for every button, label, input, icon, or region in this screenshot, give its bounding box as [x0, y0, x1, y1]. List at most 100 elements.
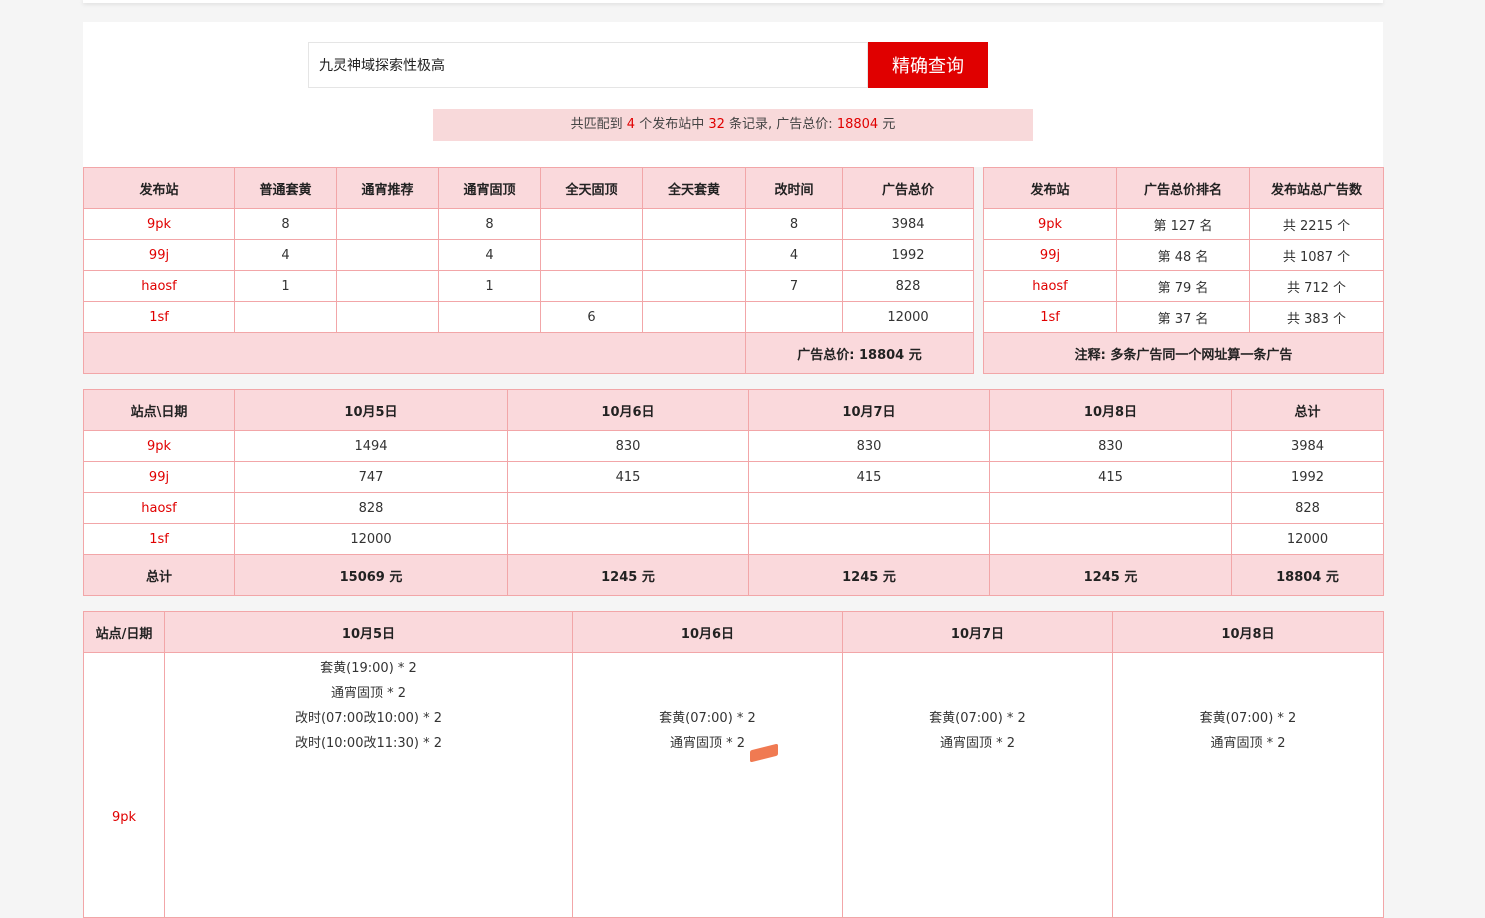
cell: 12000 — [842, 301, 974, 333]
cell: 4 — [234, 239, 337, 271]
header-change-time: 改时间 — [745, 167, 843, 209]
site-link[interactable]: 9pk — [83, 430, 235, 462]
detail-cell: 套黄(19:00) * 2 通宵固顶 * 2 改时(07:00改10:00) *… — [164, 652, 573, 918]
header-site: 发布站 — [983, 167, 1117, 209]
search-panel: 精确查询 共匹配到 4 个发布站中 32 条记录, 广告总价: 18804 元 — [83, 22, 1383, 167]
cell: 828 — [234, 492, 508, 524]
cell: 1992 — [1231, 461, 1384, 493]
site-link[interactable]: 99j — [83, 461, 235, 493]
footer-grand-total: 18804 元 — [1231, 554, 1384, 596]
rank-cell: 第 79 名 — [1116, 270, 1250, 302]
cell — [540, 270, 643, 302]
header-date: 10月7日 — [748, 389, 990, 431]
detail-header: 站点/日期 10月5日 10月6日 10月7日 10月8日 — [83, 611, 1384, 653]
site-link[interactable]: 9pk — [83, 208, 235, 240]
cell — [540, 208, 643, 240]
cell — [540, 239, 643, 271]
count-cell: 共 383 个 — [1249, 301, 1384, 333]
cell — [234, 301, 337, 333]
footer-day-total: 1245 元 — [748, 554, 990, 596]
ad-type-header: 发布站 普通套黄 通宵推荐 通宵固顶 全天固顶 全天套黄 改时间 广告总价 — [83, 167, 974, 209]
footer-day-total: 1245 元 — [507, 554, 749, 596]
table-row: 9pk 1494 830 830 830 3984 — [83, 430, 1384, 462]
site-link[interactable]: 9pk — [83, 652, 165, 918]
cell: 415 — [507, 461, 749, 493]
ad-type-table: 发布站 普通套黄 通宵推荐 通宵固顶 全天固顶 全天套黄 改时间 广告总价 9p… — [83, 167, 974, 374]
table-row: haosf 828 828 — [83, 492, 1384, 524]
footer-day-total: 15069 元 — [234, 554, 508, 596]
cell: 4 — [745, 239, 843, 271]
site-link[interactable]: 1sf — [83, 523, 235, 555]
cell — [336, 270, 439, 302]
cell — [748, 492, 990, 524]
ranking-header: 发布站 广告总价排名 发布站总广告数 — [983, 167, 1384, 209]
top-header-bar — [83, 0, 1383, 3]
table-row: 99j 第 48 名 共 1087 个 — [983, 239, 1384, 271]
header-allday-yellow: 全天套黄 — [642, 167, 746, 209]
footer-day-total: 1245 元 — [989, 554, 1232, 596]
table-row: 99j 747 415 415 415 1992 — [83, 461, 1384, 493]
daily-header: 站点\日期 10月5日 10月6日 10月7日 10月8日 总计 — [83, 389, 1384, 431]
site-link[interactable]: 9pk — [983, 208, 1117, 240]
cell: 1 — [438, 270, 541, 302]
site-link[interactable]: haosf — [83, 492, 235, 524]
site-link[interactable]: 99j — [83, 239, 235, 271]
cell: 8 — [234, 208, 337, 240]
site-link[interactable]: 99j — [983, 239, 1117, 271]
summary-total: 18804 — [836, 117, 879, 132]
ranking-footer: 注释: 多条广告同一个网址算一条广告 — [983, 332, 1384, 374]
exact-search-button[interactable]: 精确查询 — [868, 42, 988, 88]
footer-spacer — [83, 332, 746, 374]
cell — [336, 301, 439, 333]
cell: 3984 — [1231, 430, 1384, 462]
header-date: 10月6日 — [572, 611, 843, 653]
cell — [507, 492, 749, 524]
footer-label: 总计 — [83, 554, 235, 596]
summary-record-count: 32 — [708, 117, 725, 132]
cell: 8 — [438, 208, 541, 240]
daily-footer: 总计 15069 元 1245 元 1245 元 1245 元 18804 元 — [83, 554, 1384, 596]
table-row: haosf 1 1 7 828 — [83, 270, 974, 302]
detail-cell: 套黄(07:00) * 2 通宵固顶 * 2 — [1112, 652, 1384, 918]
detail-line: 套黄(07:00) * 2 — [1199, 711, 1297, 726]
table-row: 99j 4 4 4 1992 — [83, 239, 974, 271]
cell — [642, 270, 746, 302]
detail-line: 套黄(19:00) * 2 — [320, 661, 417, 676]
cell: 12000 — [1231, 523, 1384, 555]
site-link[interactable]: 1sf — [83, 301, 235, 333]
search-input[interactable] — [308, 42, 868, 88]
header-overnight-pin: 通宵固顶 — [438, 167, 541, 209]
cell — [336, 208, 439, 240]
header-price-rank: 广告总价排名 — [1116, 167, 1250, 209]
table-row: 9pk 8 8 8 3984 — [83, 208, 974, 240]
header-date: 10月8日 — [989, 389, 1232, 431]
header-normal-yellow: 普通套黄 — [234, 167, 337, 209]
detail-line: 套黄(07:00) * 2 — [659, 711, 756, 726]
site-link[interactable]: haosf — [983, 270, 1117, 302]
header-date: 10月7日 — [842, 611, 1113, 653]
detail-line: 改时(10:00改11:30) * 2 — [294, 736, 443, 751]
cell: 830 — [748, 430, 990, 462]
cell — [642, 301, 746, 333]
header-allday-pin: 全天固顶 — [540, 167, 643, 209]
ranking-note: 注释: 多条广告同一个网址算一条广告 — [983, 332, 1384, 374]
cell: 3984 — [842, 208, 974, 240]
summary-mid2: 条记录, 广告总价: — [729, 117, 833, 132]
header-total-price: 广告总价 — [842, 167, 974, 209]
table-row: 1sf 12000 12000 — [83, 523, 1384, 555]
detail-line: 通宵固顶 * 2 — [1210, 736, 1286, 751]
table-row: 1sf 6 12000 — [83, 301, 974, 333]
cell — [336, 239, 439, 271]
table-row: 9pk 套黄(19:00) * 2 通宵固顶 * 2 改时(07:00改10:0… — [83, 652, 1384, 918]
site-link[interactable]: haosf — [83, 270, 235, 302]
cell — [642, 239, 746, 271]
site-link[interactable]: 1sf — [983, 301, 1117, 333]
cell: 830 — [989, 430, 1232, 462]
cell — [642, 208, 746, 240]
cell: 1992 — [842, 239, 974, 271]
cell — [989, 492, 1232, 524]
cell: 4 — [438, 239, 541, 271]
site-ranking-table: 发布站 广告总价排名 发布站总广告数 9pk 第 127 名 共 2215 个 … — [983, 167, 1384, 374]
count-cell: 共 1087 个 — [1249, 239, 1384, 271]
header-overnight-recommend: 通宵推荐 — [336, 167, 439, 209]
